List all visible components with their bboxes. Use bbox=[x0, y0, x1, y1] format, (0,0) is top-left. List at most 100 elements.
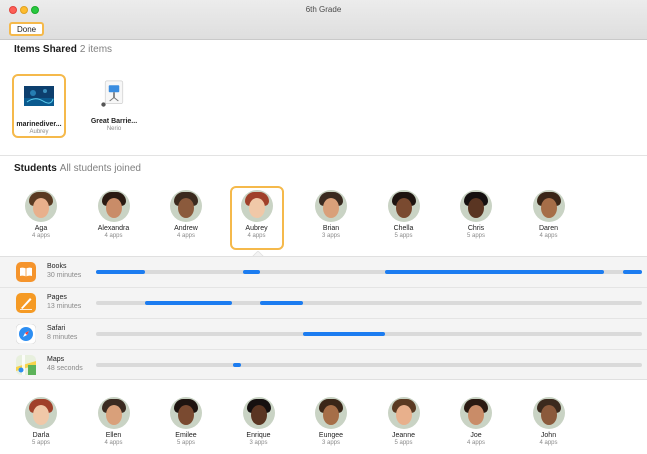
student-john[interactable]: John 4 apps bbox=[522, 397, 576, 446]
avatar bbox=[170, 397, 202, 429]
avatar-face bbox=[395, 405, 412, 425]
student-name: Daren bbox=[538, 225, 559, 232]
avatar-face bbox=[105, 198, 122, 218]
app-duration: 8 minutes bbox=[47, 334, 78, 341]
avatar-face bbox=[323, 198, 339, 218]
student-andrew[interactable]: Andrew 4 apps bbox=[159, 190, 213, 239]
student-eungee[interactable]: Eungee 3 apps bbox=[304, 397, 358, 446]
avatar-face bbox=[468, 405, 484, 425]
app-usage-row-pages[interactable]: Pages 13 minutes bbox=[0, 288, 647, 319]
student-emilee[interactable]: Emilee 5 apps bbox=[159, 397, 213, 446]
items-shared-heading: Items Shared 2 items bbox=[14, 44, 112, 55]
student-app-count: 4 apps bbox=[539, 233, 558, 239]
students-heading: Students All students joined bbox=[14, 163, 141, 174]
avatar bbox=[97, 397, 130, 429]
usage-timeline-track bbox=[96, 270, 642, 274]
usage-segment bbox=[259, 301, 304, 305]
student-jeanne[interactable]: Jeanne 5 apps bbox=[377, 397, 431, 446]
student-alexandra[interactable]: Alexandra 4 apps bbox=[87, 190, 141, 239]
student-name: Ellen bbox=[105, 432, 122, 439]
avatar bbox=[532, 190, 565, 222]
usage-timeline-track bbox=[96, 363, 642, 367]
usage-timeline-track bbox=[96, 332, 642, 336]
window-title: 6th Grade bbox=[305, 5, 342, 14]
app-duration: 48 seconds bbox=[47, 365, 83, 372]
items-shared-title: Items Shared bbox=[14, 44, 77, 55]
student-app-count: 4 apps bbox=[176, 233, 195, 239]
student-joe[interactable]: Joe 4 apps bbox=[449, 397, 503, 446]
student-daren[interactable]: Daren 4 apps bbox=[522, 190, 576, 239]
items-shared-count: 2 items bbox=[79, 44, 113, 55]
student-name: Alexandra bbox=[97, 225, 130, 232]
title-bar: 6th Grade Done bbox=[0, 0, 647, 40]
shared-item-title: marinediver... bbox=[16, 121, 62, 128]
student-name: Emilee bbox=[175, 432, 197, 439]
avatar-face bbox=[178, 198, 194, 218]
pages-icon bbox=[16, 293, 36, 313]
shared-item-marinediver[interactable]: marinediver... Aubrey bbox=[12, 74, 66, 138]
student-brian[interactable]: Brian 3 apps bbox=[304, 190, 358, 239]
avatar bbox=[315, 397, 347, 429]
avatar bbox=[240, 190, 273, 222]
app-usage-row-safari[interactable]: Safari 8 minutes bbox=[0, 319, 647, 350]
student-app-count: 4 apps bbox=[31, 233, 50, 239]
app-usage-row-books[interactable]: Books 30 minutes bbox=[0, 257, 647, 288]
student-app-count: 5 apps bbox=[31, 440, 50, 446]
usage-segment bbox=[385, 270, 604, 274]
student-app-count: 4 apps bbox=[247, 233, 266, 239]
avatar-face bbox=[540, 198, 557, 218]
done-button[interactable]: Done bbox=[9, 22, 45, 36]
usage-timeline-track bbox=[96, 301, 642, 305]
avatar bbox=[460, 190, 492, 222]
app-name: Pages bbox=[47, 294, 67, 301]
avatar-face bbox=[248, 198, 265, 218]
student-ellen[interactable]: Ellen 4 apps bbox=[87, 397, 141, 446]
student-app-count: 5 apps bbox=[176, 440, 195, 446]
avatar-face bbox=[33, 198, 49, 218]
app-name: Books bbox=[47, 263, 67, 270]
image-thumbnail-icon bbox=[23, 84, 55, 108]
student-app-count: 3 apps bbox=[321, 233, 340, 239]
student-app-count: 3 apps bbox=[249, 440, 268, 446]
student-name: Chella bbox=[393, 225, 414, 232]
safari-icon bbox=[15, 323, 37, 345]
student-chris[interactable]: Chris 5 apps bbox=[449, 190, 503, 239]
student-enrique[interactable]: Enrique 3 apps bbox=[232, 397, 286, 446]
student-app-count: 5 apps bbox=[394, 233, 413, 239]
avatar-face bbox=[250, 405, 267, 425]
student-aga[interactable]: Aga 4 apps bbox=[14, 190, 68, 239]
student-app-count: 4 apps bbox=[104, 233, 123, 239]
student-app-count: 5 apps bbox=[394, 440, 413, 446]
avatar bbox=[25, 397, 57, 429]
avatar-face bbox=[33, 405, 49, 425]
student-app-count: 5 apps bbox=[466, 233, 485, 239]
student-name: Aubrey bbox=[245, 225, 268, 232]
avatar bbox=[170, 190, 202, 222]
shared-item-great-barrier[interactable]: Great Barrie... Nerio bbox=[87, 74, 141, 138]
students-title: Students bbox=[14, 163, 57, 174]
avatar-face bbox=[178, 405, 194, 425]
avatar-face bbox=[323, 405, 339, 425]
usage-segment bbox=[96, 270, 146, 274]
avatar bbox=[315, 190, 347, 222]
app-usage-row-maps[interactable]: Maps 48 seconds bbox=[0, 350, 647, 381]
app-duration: 30 minutes bbox=[47, 272, 82, 279]
avatar bbox=[460, 397, 492, 429]
app-duration: 13 minutes bbox=[47, 303, 82, 310]
student-chella[interactable]: Chella 5 apps bbox=[377, 190, 431, 239]
avatar bbox=[242, 397, 275, 429]
avatar-face bbox=[105, 405, 122, 425]
usage-segment bbox=[232, 363, 241, 367]
student-aubrey[interactable]: Aubrey 4 apps bbox=[229, 186, 284, 250]
shared-item-owner: Nerio bbox=[106, 126, 122, 132]
avatar-face bbox=[395, 198, 412, 218]
student-name: Aga bbox=[34, 225, 48, 232]
student-name: Andrew bbox=[174, 225, 198, 232]
avatar bbox=[387, 397, 420, 429]
student-darla[interactable]: Darla 5 apps bbox=[14, 397, 68, 446]
app-name: Maps bbox=[47, 356, 65, 363]
student-name: Enrique bbox=[246, 432, 271, 439]
student-app-count: 4 apps bbox=[466, 440, 485, 446]
avatar bbox=[532, 397, 565, 429]
student-name: Jeanne bbox=[392, 432, 415, 439]
